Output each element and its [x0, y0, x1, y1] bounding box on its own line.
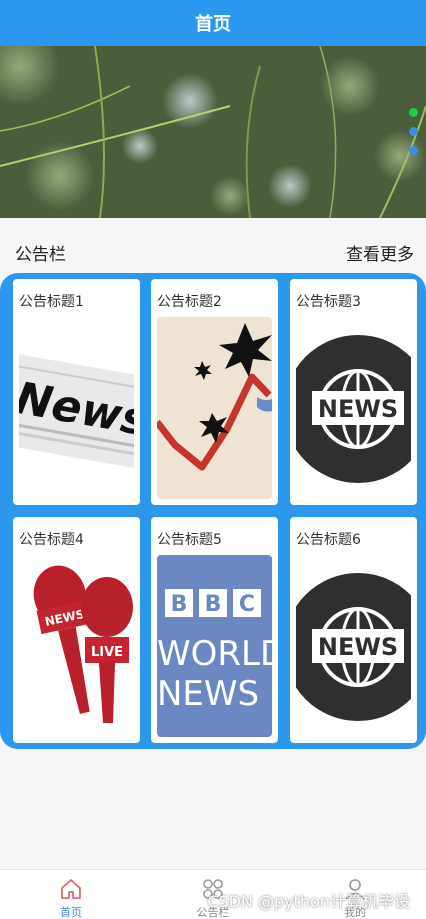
- notice-card-title: 公告标题1: [19, 294, 84, 310]
- section-title: 公告栏: [15, 245, 66, 265]
- banner-carousel[interactable]: [0, 46, 426, 218]
- svg-text:B: B: [171, 592, 188, 617]
- grid-icon: [203, 879, 223, 899]
- bottom-tab-bar: 首页 公告栏 我的: [0, 869, 426, 919]
- carousel-indicator-3[interactable]: [409, 146, 418, 155]
- globe-news-label: NEWS: [318, 633, 398, 661]
- globe-news-image: NEWS: [296, 317, 411, 499]
- bbc-world-text: WORLD: [157, 634, 272, 674]
- notice-card-title: 公告标题4: [19, 532, 84, 548]
- carousel-indicator-1[interactable]: [409, 108, 418, 117]
- notice-grid: 公告标题1 News 公告标题2 公告标题3 NEWS 公告标题4 NEWS L…: [0, 273, 426, 749]
- tab-notice-label: 公告栏: [196, 906, 230, 919]
- notice-card-1[interactable]: 公告标题1 News: [13, 279, 140, 505]
- page-title: 首页: [195, 14, 231, 35]
- globe-news-image: NEWS: [296, 555, 411, 737]
- tab-home-label: 首页: [60, 906, 82, 919]
- notice-card-title: 公告标题3: [296, 294, 361, 310]
- user-icon: [345, 879, 365, 900]
- notice-card-5[interactable]: 公告标题5 B B C WORLD NEWS: [151, 517, 278, 743]
- notice-card-4[interactable]: 公告标题4 NEWS LIVE: [13, 517, 140, 743]
- banner-image: [0, 46, 426, 218]
- notice-card-title: 公告标题2: [157, 294, 222, 310]
- notice-card-2[interactable]: 公告标题2: [151, 279, 278, 505]
- bbc-world-news-image: B B C WORLD NEWS: [157, 555, 272, 737]
- tab-mine[interactable]: 我的: [284, 870, 426, 919]
- carousel-indicator-2[interactable]: [409, 127, 418, 136]
- tab-notice[interactable]: 公告栏: [142, 870, 284, 919]
- microphones-image: NEWS LIVE: [19, 555, 134, 737]
- notice-section-header: 公告栏 查看更多: [0, 230, 426, 270]
- svg-text:C: C: [239, 592, 255, 617]
- home-icon: [61, 879, 81, 899]
- bbc-news-text: NEWS: [157, 674, 259, 714]
- app-header: 首页: [0, 0, 426, 46]
- notice-card-3[interactable]: 公告标题3 NEWS: [290, 279, 417, 505]
- svg-text:B: B: [205, 592, 222, 617]
- newspaper-image: News: [19, 317, 134, 499]
- mic-live-label: LIVE: [91, 645, 123, 660]
- notice-card-title: 公告标题6: [296, 532, 361, 548]
- notice-card-title: 公告标题5: [157, 532, 222, 548]
- notice-card-6[interactable]: 公告标题6 NEWS: [290, 517, 417, 743]
- globe-news-label: NEWS: [318, 395, 398, 423]
- view-more-link[interactable]: 查看更多: [346, 240, 414, 265]
- tab-mine-label: 我的: [344, 906, 366, 919]
- tab-home[interactable]: 首页: [0, 870, 142, 919]
- chart-explosion-image: [157, 317, 272, 499]
